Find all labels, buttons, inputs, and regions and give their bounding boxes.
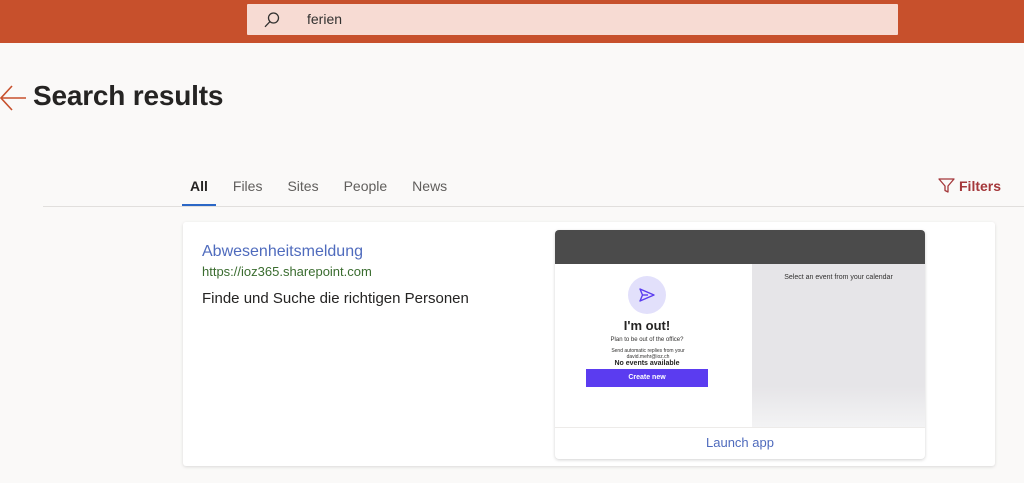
send-icon [639, 288, 655, 302]
preview-auto-reply-text: Send automatic replies from your david.m… [611, 348, 685, 360]
page-title: Search results [33, 80, 224, 111]
preview-calendar-text: Select an event from your calendar [784, 274, 893, 281]
preview-left-panel: I'm out! Plan to be out of the office? S… [555, 264, 752, 427]
tabs-divider [43, 206, 1024, 207]
result-title-link[interactable]: Abwesenheitsmeldung [202, 243, 363, 261]
launch-app-link[interactable]: Launch app [555, 427, 925, 459]
search-box[interactable] [247, 4, 898, 35]
tab-news[interactable]: News [404, 170, 455, 206]
result-url: https://ioz365.sharepoint.com [202, 264, 372, 279]
filters-button[interactable]: Filters [938, 177, 1001, 194]
preview-no-events: No events available [614, 360, 680, 367]
search-icon [264, 12, 280, 28]
tab-files[interactable]: Files [225, 170, 271, 206]
preview-heading: I'm out! [623, 318, 671, 333]
filters-label: Filters [959, 177, 1002, 194]
top-bar [0, 0, 1024, 43]
tab-all[interactable]: All [182, 170, 216, 206]
preview-calendar-panel: Select an event from your calendar [752, 264, 925, 427]
search-input[interactable] [307, 4, 867, 35]
result-tabs: All Files Sites People News [182, 170, 464, 206]
tab-people[interactable]: People [336, 170, 396, 206]
filter-icon [938, 178, 955, 193]
back-arrow-icon[interactable] [0, 84, 28, 112]
tab-sites[interactable]: Sites [279, 170, 326, 206]
preview-plan-text: Plan to be out of the office? [610, 337, 684, 343]
send-icon-circle [628, 276, 666, 314]
preview-header [555, 230, 925, 264]
result-description: Finde und Suche die richtigen Personen [202, 290, 469, 307]
create-new-button[interactable]: Create new [586, 369, 708, 387]
app-preview[interactable]: I'm out! Plan to be out of the office? S… [555, 230, 925, 459]
result-card: Abwesenheitsmeldung https://ioz365.share… [183, 222, 995, 466]
